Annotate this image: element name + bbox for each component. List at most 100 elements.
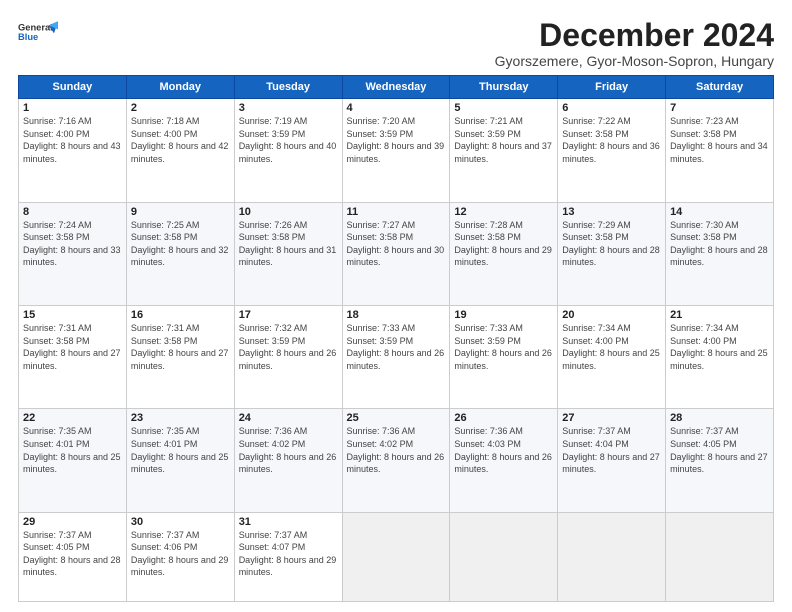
calendar-day-cell: 20 Sunrise: 7:34 AMSunset: 4:00 PMDaylig… — [558, 305, 666, 408]
day-of-week-header: Tuesday — [234, 76, 342, 99]
day-info: Sunrise: 7:34 AMSunset: 4:00 PMDaylight:… — [670, 323, 768, 371]
calendar-day-cell: 18 Sunrise: 7:33 AMSunset: 3:59 PMDaylig… — [342, 305, 450, 408]
day-number: 31 — [239, 516, 338, 528]
day-info: Sunrise: 7:34 AMSunset: 4:00 PMDaylight:… — [562, 323, 660, 371]
day-number: 10 — [239, 206, 338, 218]
day-of-week-header: Friday — [558, 76, 666, 99]
calendar-day-cell: 6 Sunrise: 7:22 AMSunset: 3:58 PMDayligh… — [558, 99, 666, 202]
calendar-header-row: SundayMondayTuesdayWednesdayThursdayFrid… — [19, 76, 774, 99]
calendar-table: SundayMondayTuesdayWednesdayThursdayFrid… — [18, 75, 774, 602]
day-info: Sunrise: 7:31 AMSunset: 3:58 PMDaylight:… — [131, 323, 229, 371]
day-number: 13 — [562, 206, 661, 218]
day-number: 7 — [670, 102, 769, 114]
day-number: 12 — [454, 206, 553, 218]
day-info: Sunrise: 7:37 AMSunset: 4:05 PMDaylight:… — [670, 426, 768, 474]
day-number: 27 — [562, 412, 661, 424]
calendar-day-cell: 23 Sunrise: 7:35 AMSunset: 4:01 PMDaylig… — [126, 409, 234, 512]
day-number: 17 — [239, 309, 338, 321]
calendar-week-row: 29 Sunrise: 7:37 AMSunset: 4:05 PMDaylig… — [19, 512, 774, 601]
day-info: Sunrise: 7:25 AMSunset: 3:58 PMDaylight:… — [131, 220, 229, 268]
calendar-day-cell — [342, 512, 450, 601]
day-number: 4 — [347, 102, 446, 114]
calendar-day-cell: 26 Sunrise: 7:36 AMSunset: 4:03 PMDaylig… — [450, 409, 558, 512]
calendar-day-cell: 4 Sunrise: 7:20 AMSunset: 3:59 PMDayligh… — [342, 99, 450, 202]
day-info: Sunrise: 7:35 AMSunset: 4:01 PMDaylight:… — [131, 426, 229, 474]
day-number: 8 — [23, 206, 122, 218]
calendar-week-row: 8 Sunrise: 7:24 AMSunset: 3:58 PMDayligh… — [19, 202, 774, 305]
day-number: 25 — [347, 412, 446, 424]
calendar-day-cell: 27 Sunrise: 7:37 AMSunset: 4:04 PMDaylig… — [558, 409, 666, 512]
day-info: Sunrise: 7:21 AMSunset: 3:59 PMDaylight:… — [454, 116, 552, 164]
day-info: Sunrise: 7:20 AMSunset: 3:59 PMDaylight:… — [347, 116, 445, 164]
day-number: 11 — [347, 206, 446, 218]
day-of-week-header: Thursday — [450, 76, 558, 99]
day-info: Sunrise: 7:37 AMSunset: 4:07 PMDaylight:… — [239, 530, 337, 578]
calendar-day-cell: 1 Sunrise: 7:16 AMSunset: 4:00 PMDayligh… — [19, 99, 127, 202]
logo: General Blue — [18, 18, 58, 46]
day-info: Sunrise: 7:32 AMSunset: 3:59 PMDaylight:… — [239, 323, 337, 371]
calendar-week-row: 22 Sunrise: 7:35 AMSunset: 4:01 PMDaylig… — [19, 409, 774, 512]
calendar-day-cell: 25 Sunrise: 7:36 AMSunset: 4:02 PMDaylig… — [342, 409, 450, 512]
day-number: 5 — [454, 102, 553, 114]
day-info: Sunrise: 7:26 AMSunset: 3:58 PMDaylight:… — [239, 220, 337, 268]
calendar-day-cell — [558, 512, 666, 601]
calendar-day-cell: 8 Sunrise: 7:24 AMSunset: 3:58 PMDayligh… — [19, 202, 127, 305]
day-number: 28 — [670, 412, 769, 424]
calendar-day-cell: 14 Sunrise: 7:30 AMSunset: 3:58 PMDaylig… — [666, 202, 774, 305]
day-info: Sunrise: 7:23 AMSunset: 3:58 PMDaylight:… — [670, 116, 768, 164]
calendar-day-cell: 22 Sunrise: 7:35 AMSunset: 4:01 PMDaylig… — [19, 409, 127, 512]
calendar-day-cell: 10 Sunrise: 7:26 AMSunset: 3:58 PMDaylig… — [234, 202, 342, 305]
calendar-day-cell: 29 Sunrise: 7:37 AMSunset: 4:05 PMDaylig… — [19, 512, 127, 601]
calendar-day-cell: 9 Sunrise: 7:25 AMSunset: 3:58 PMDayligh… — [126, 202, 234, 305]
day-info: Sunrise: 7:31 AMSunset: 3:58 PMDaylight:… — [23, 323, 121, 371]
page: General Blue December 2024 Gyorszemere, … — [0, 0, 792, 612]
calendar-day-cell: 11 Sunrise: 7:27 AMSunset: 3:58 PMDaylig… — [342, 202, 450, 305]
day-info: Sunrise: 7:36 AMSunset: 4:02 PMDaylight:… — [347, 426, 445, 474]
day-info: Sunrise: 7:36 AMSunset: 4:02 PMDaylight:… — [239, 426, 337, 474]
day-number: 29 — [23, 516, 122, 528]
calendar-week-row: 1 Sunrise: 7:16 AMSunset: 4:00 PMDayligh… — [19, 99, 774, 202]
day-number: 14 — [670, 206, 769, 218]
day-info: Sunrise: 7:28 AMSunset: 3:58 PMDaylight:… — [454, 220, 552, 268]
day-number: 20 — [562, 309, 661, 321]
calendar-day-cell: 16 Sunrise: 7:31 AMSunset: 3:58 PMDaylig… — [126, 305, 234, 408]
day-number: 21 — [670, 309, 769, 321]
day-number: 24 — [239, 412, 338, 424]
day-info: Sunrise: 7:18 AMSunset: 4:00 PMDaylight:… — [131, 116, 229, 164]
day-of-week-header: Saturday — [666, 76, 774, 99]
calendar-day-cell: 7 Sunrise: 7:23 AMSunset: 3:58 PMDayligh… — [666, 99, 774, 202]
day-number: 22 — [23, 412, 122, 424]
calendar-day-cell: 19 Sunrise: 7:33 AMSunset: 3:59 PMDaylig… — [450, 305, 558, 408]
calendar-day-cell: 31 Sunrise: 7:37 AMSunset: 4:07 PMDaylig… — [234, 512, 342, 601]
day-number: 26 — [454, 412, 553, 424]
day-of-week-header: Sunday — [19, 76, 127, 99]
calendar-day-cell: 12 Sunrise: 7:28 AMSunset: 3:58 PMDaylig… — [450, 202, 558, 305]
calendar-day-cell: 24 Sunrise: 7:36 AMSunset: 4:02 PMDaylig… — [234, 409, 342, 512]
calendar-subtitle: Gyorszemere, Gyor-Moson-Sopron, Hungary — [495, 53, 774, 69]
svg-text:Blue: Blue — [18, 32, 38, 42]
logo-icon: General Blue — [18, 18, 58, 46]
day-number: 6 — [562, 102, 661, 114]
day-number: 2 — [131, 102, 230, 114]
day-info: Sunrise: 7:27 AMSunset: 3:58 PMDaylight:… — [347, 220, 445, 268]
calendar-day-cell: 30 Sunrise: 7:37 AMSunset: 4:06 PMDaylig… — [126, 512, 234, 601]
calendar-day-cell: 13 Sunrise: 7:29 AMSunset: 3:58 PMDaylig… — [558, 202, 666, 305]
day-info: Sunrise: 7:33 AMSunset: 3:59 PMDaylight:… — [454, 323, 552, 371]
calendar-day-cell: 21 Sunrise: 7:34 AMSunset: 4:00 PMDaylig… — [666, 305, 774, 408]
day-number: 15 — [23, 309, 122, 321]
day-info: Sunrise: 7:30 AMSunset: 3:58 PMDaylight:… — [670, 220, 768, 268]
day-info: Sunrise: 7:37 AMSunset: 4:05 PMDaylight:… — [23, 530, 121, 578]
calendar-day-cell: 28 Sunrise: 7:37 AMSunset: 4:05 PMDaylig… — [666, 409, 774, 512]
day-number: 9 — [131, 206, 230, 218]
day-number: 3 — [239, 102, 338, 114]
title-block: December 2024 Gyorszemere, Gyor-Moson-So… — [495, 18, 774, 69]
day-info: Sunrise: 7:29 AMSunset: 3:58 PMDaylight:… — [562, 220, 660, 268]
day-info: Sunrise: 7:33 AMSunset: 3:59 PMDaylight:… — [347, 323, 445, 371]
calendar-day-cell — [450, 512, 558, 601]
svg-text:General: General — [18, 23, 53, 33]
day-info: Sunrise: 7:37 AMSunset: 4:04 PMDaylight:… — [562, 426, 660, 474]
day-number: 19 — [454, 309, 553, 321]
day-info: Sunrise: 7:36 AMSunset: 4:03 PMDaylight:… — [454, 426, 552, 474]
day-of-week-header: Monday — [126, 76, 234, 99]
day-number: 30 — [131, 516, 230, 528]
